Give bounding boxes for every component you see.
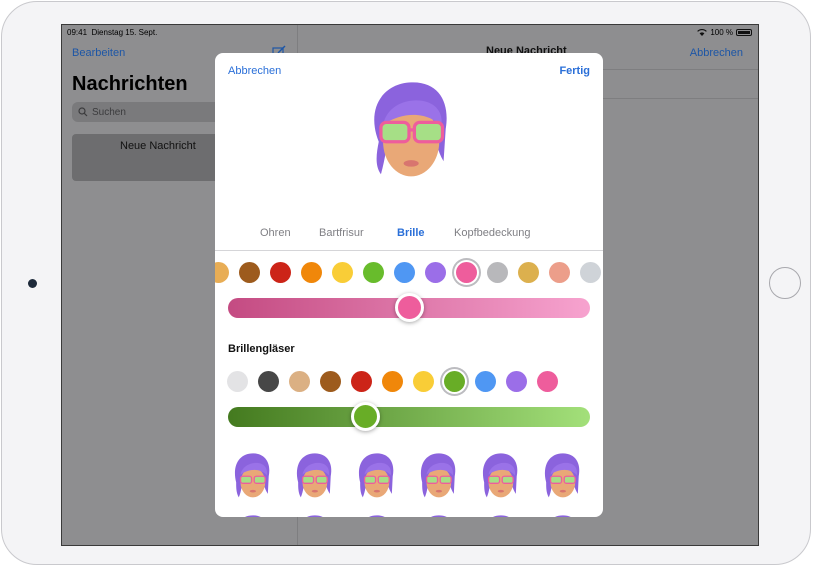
color-swatch[interactable] <box>270 262 291 283</box>
color-swatch[interactable] <box>456 262 477 283</box>
color-swatch[interactable] <box>258 371 279 392</box>
home-button[interactable] <box>769 267 801 299</box>
detail-cancel-button[interactable]: Abbrechen <box>690 47 743 59</box>
color-swatch[interactable] <box>394 262 415 283</box>
style-preset[interactable] <box>416 513 460 517</box>
lens-shade-slider[interactable] <box>228 402 590 431</box>
conversation-title: Neue Nachricht <box>120 140 196 152</box>
color-swatch[interactable] <box>518 262 539 283</box>
tab-bartfrisur[interactable]: Bartfrisur <box>319 227 364 239</box>
tab-brille[interactable]: Brille <box>397 227 425 239</box>
color-swatch[interactable] <box>413 371 434 392</box>
screen: 09:41 Dienstag 15. Sept. 100 % Bearbeite… <box>61 24 759 546</box>
battery-percent: 100 % <box>710 28 733 37</box>
color-swatch[interactable] <box>537 371 558 392</box>
color-swatch[interactable] <box>215 262 229 283</box>
color-swatch[interactable] <box>227 371 248 392</box>
style-preset[interactable] <box>540 513 584 517</box>
color-swatch[interactable] <box>475 371 496 392</box>
color-swatch[interactable] <box>363 262 384 283</box>
color-swatch[interactable] <box>580 262 601 283</box>
status-right: 100 % <box>697 28 752 37</box>
style-preset[interactable] <box>292 451 336 505</box>
color-swatch[interactable] <box>549 262 570 283</box>
color-swatch[interactable] <box>301 262 322 283</box>
color-swatch[interactable] <box>332 262 353 283</box>
lens-section-label: Brillengläser <box>228 343 295 355</box>
done-button[interactable]: Fertig <box>559 65 590 77</box>
color-swatch[interactable] <box>382 371 403 392</box>
sheet-cancel-button[interactable]: Abbrechen <box>228 65 281 77</box>
style-preset[interactable] <box>478 513 522 517</box>
style-preset[interactable] <box>354 451 398 505</box>
color-swatch[interactable] <box>320 371 341 392</box>
page-title: Nachrichten <box>72 73 188 95</box>
color-swatch[interactable] <box>487 262 508 283</box>
color-swatch[interactable] <box>351 371 372 392</box>
memoji-editor-sheet: Abbrechen Fertig Ohren Bartfrisur Brille… <box>215 53 603 517</box>
color-swatch[interactable] <box>239 262 260 283</box>
style-preset[interactable] <box>540 451 584 505</box>
category-tabs: Ohren Bartfrisur Brille Kopfbedeckung <box>215 225 603 247</box>
color-swatch[interactable] <box>289 371 310 392</box>
search-placeholder: Suchen <box>92 106 126 118</box>
tab-ohren[interactable]: Ohren <box>260 227 291 239</box>
slider-knob[interactable] <box>394 293 424 322</box>
style-preset[interactable] <box>230 451 274 505</box>
tab-kopfbedeckung[interactable]: Kopfbedeckung <box>454 227 530 239</box>
memoji-preview <box>374 82 447 177</box>
slider-knob[interactable] <box>351 402 381 431</box>
style-preset[interactable] <box>354 513 398 517</box>
search-icon <box>78 107 88 117</box>
edit-button[interactable]: Bearbeiten <box>72 47 125 59</box>
front-camera <box>28 279 37 288</box>
style-preset[interactable] <box>478 451 522 505</box>
color-swatch[interactable] <box>506 371 527 392</box>
tabs-divider <box>215 250 603 251</box>
style-preset[interactable] <box>230 513 274 517</box>
style-preset[interactable] <box>292 513 336 517</box>
color-swatch[interactable] <box>425 262 446 283</box>
color-swatch[interactable] <box>444 371 465 392</box>
battery-icon <box>736 29 752 36</box>
frame-shade-slider[interactable] <box>228 293 590 322</box>
wifi-icon <box>697 29 708 36</box>
ipad-frame: 09:41 Dienstag 15. Sept. 100 % Bearbeite… <box>1 1 811 565</box>
style-preset[interactable] <box>416 451 460 505</box>
